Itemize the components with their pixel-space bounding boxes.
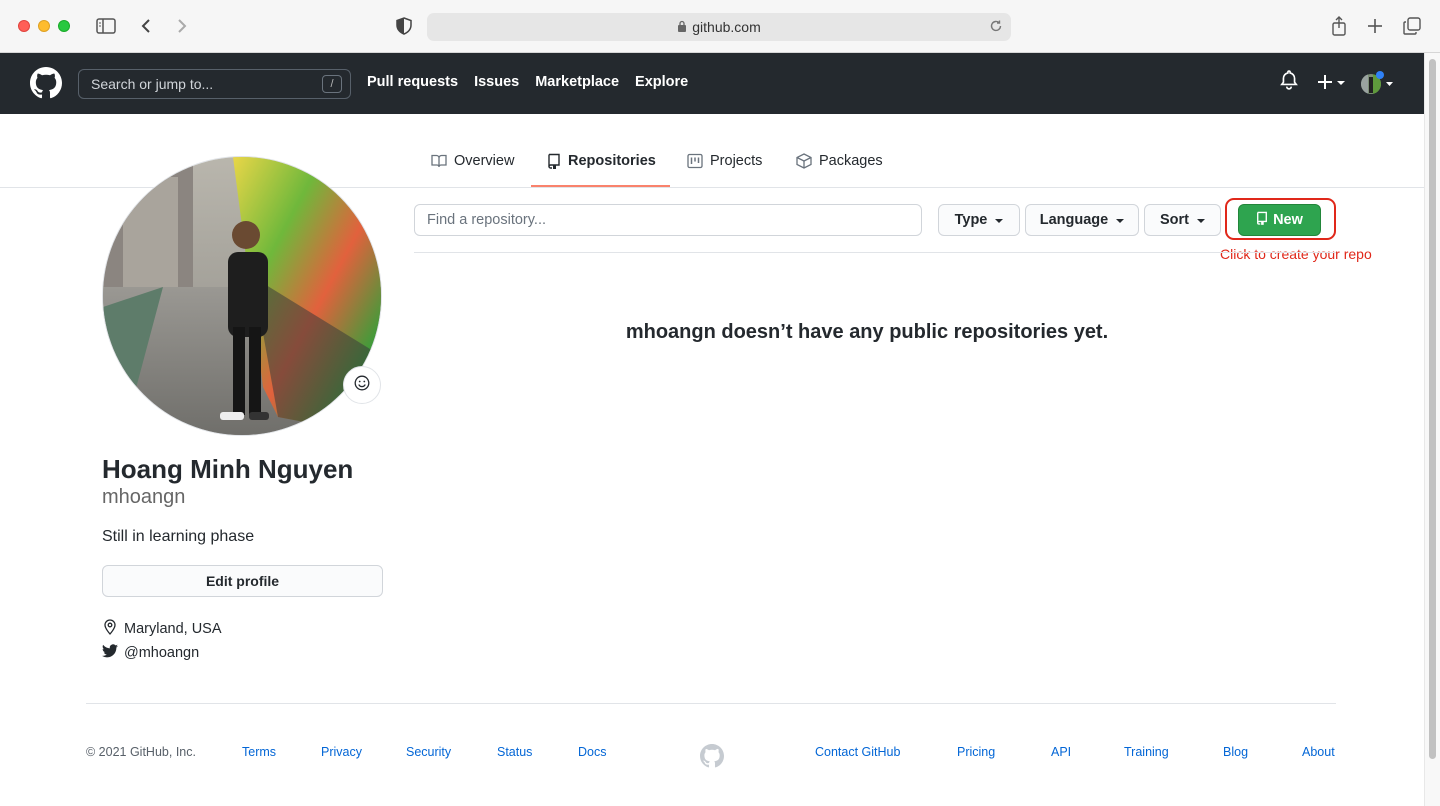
toolbar-divider — [414, 252, 1336, 253]
url-text: github.com — [692, 19, 761, 35]
footer-link-status[interactable]: Status — [497, 745, 532, 759]
caret-down-icon — [995, 219, 1004, 223]
avatar-menu-icon[interactable] — [1360, 71, 1394, 100]
nav-marketplace[interactable]: Marketplace — [535, 74, 619, 90]
footer-link-pricing[interactable]: Pricing — [957, 745, 995, 759]
footer-link-docs[interactable]: Docs — [578, 745, 606, 759]
tab-label: Packages — [819, 153, 883, 169]
repo-icon — [1256, 211, 1268, 229]
page-scrollbar[interactable] — [1424, 53, 1440, 806]
lock-icon — [677, 19, 687, 35]
browser-toolbar: github.com — [0, 0, 1440, 53]
tab-overview-icon[interactable] — [1400, 14, 1424, 38]
type-filter-label: Type — [954, 212, 988, 228]
zoom-window-button[interactable] — [58, 20, 70, 32]
footer-copyright: © 2021 GitHub, Inc. — [86, 745, 196, 759]
empty-repos-message: mhoangn doesn’t have any public reposito… — [625, 321, 1109, 343]
location-pin-icon — [102, 619, 118, 639]
language-filter-label: Language — [1039, 212, 1109, 228]
new-tab-icon[interactable] — [1363, 14, 1387, 38]
bell-icon[interactable] — [1280, 70, 1298, 95]
footer-link-privacy[interactable]: Privacy — [321, 745, 362, 759]
tab-label: Overview — [454, 153, 515, 169]
github-logo-icon[interactable] — [30, 67, 62, 99]
nav-issues[interactable]: Issues — [474, 74, 519, 90]
tab-label: Projects — [710, 153, 763, 169]
footer-link-api[interactable]: API — [1051, 745, 1071, 759]
caret-down-icon — [1197, 219, 1205, 223]
profile-twitter[interactable]: @mhoangn — [102, 644, 199, 662]
profile-bio: Still in learning phase — [102, 528, 255, 545]
book-icon — [431, 153, 447, 173]
footer-link-security[interactable]: Security — [406, 745, 451, 759]
sort-button[interactable]: Sort — [1144, 204, 1221, 236]
profile-avatar[interactable] — [102, 156, 382, 436]
twitter-handle: @mhoangn — [124, 645, 200, 661]
sidebar-icon[interactable] — [94, 14, 118, 38]
back-icon[interactable] — [134, 14, 158, 38]
search-shortcut-key: / — [322, 75, 342, 93]
profile-location: Maryland, USA — [102, 619, 222, 639]
github-footer-logo-icon[interactable] — [700, 744, 724, 773]
minimize-window-button[interactable] — [38, 20, 50, 32]
reload-icon[interactable] — [989, 19, 1003, 36]
profile-username: mhoangn — [102, 486, 186, 508]
twitter-icon — [102, 644, 118, 662]
header-nav: Pull requests Issues Marketplace Explore — [367, 74, 688, 90]
tab-label: Repositories — [568, 153, 656, 169]
address-bar[interactable]: github.com — [427, 13, 1011, 41]
sort-label: Sort — [1160, 212, 1189, 228]
scrollbar-thumb[interactable] — [1429, 59, 1436, 759]
footer-link-training[interactable]: Training — [1124, 745, 1169, 759]
tab-overview[interactable]: Overview — [431, 150, 514, 187]
find-repository-input[interactable] — [414, 204, 922, 236]
repo-icon — [547, 153, 561, 173]
nav-explore[interactable]: Explore — [635, 74, 688, 90]
smiley-icon — [354, 375, 370, 396]
annotation-text: Click to create your repo — [1220, 246, 1372, 262]
tab-repositories[interactable]: Repositories — [531, 150, 670, 187]
project-icon — [687, 153, 703, 173]
create-new-menu-icon[interactable] — [1318, 74, 1346, 95]
search-input[interactable]: Search or jump to... / — [78, 69, 351, 99]
profile-full-name: Hoang Minh Nguyen — [102, 454, 354, 484]
edit-profile-button[interactable]: Edit profile — [102, 565, 383, 597]
footer-link-about[interactable]: About — [1302, 745, 1335, 759]
package-icon — [796, 153, 812, 173]
caret-down-icon — [1116, 219, 1125, 223]
privacy-shield-icon[interactable] — [392, 14, 416, 38]
tab-projects[interactable]: Projects — [687, 150, 762, 187]
search-placeholder: Search or jump to... — [91, 76, 214, 92]
type-filter-button[interactable]: Type — [938, 204, 1020, 236]
profile-photo — [103, 157, 381, 435]
close-window-button[interactable] — [18, 20, 30, 32]
footer-link-terms[interactable]: Terms — [242, 745, 276, 759]
github-header: Search or jump to... / Pull requests Iss… — [0, 53, 1424, 114]
footer-link-contact[interactable]: Contact GitHub — [815, 745, 900, 759]
forward-icon[interactable] — [170, 14, 194, 38]
new-repository-button[interactable]: New — [1238, 204, 1321, 236]
tab-packages[interactable]: Packages — [796, 150, 883, 187]
nav-pull-requests[interactable]: Pull requests — [367, 74, 458, 90]
location-text: Maryland, USA — [124, 621, 222, 637]
footer-link-blog[interactable]: Blog — [1223, 745, 1248, 759]
share-icon[interactable] — [1327, 14, 1351, 38]
language-filter-button[interactable]: Language — [1025, 204, 1139, 236]
set-status-button[interactable] — [343, 366, 381, 404]
new-button-label: New — [1273, 212, 1303, 228]
footer-divider — [86, 703, 1336, 704]
